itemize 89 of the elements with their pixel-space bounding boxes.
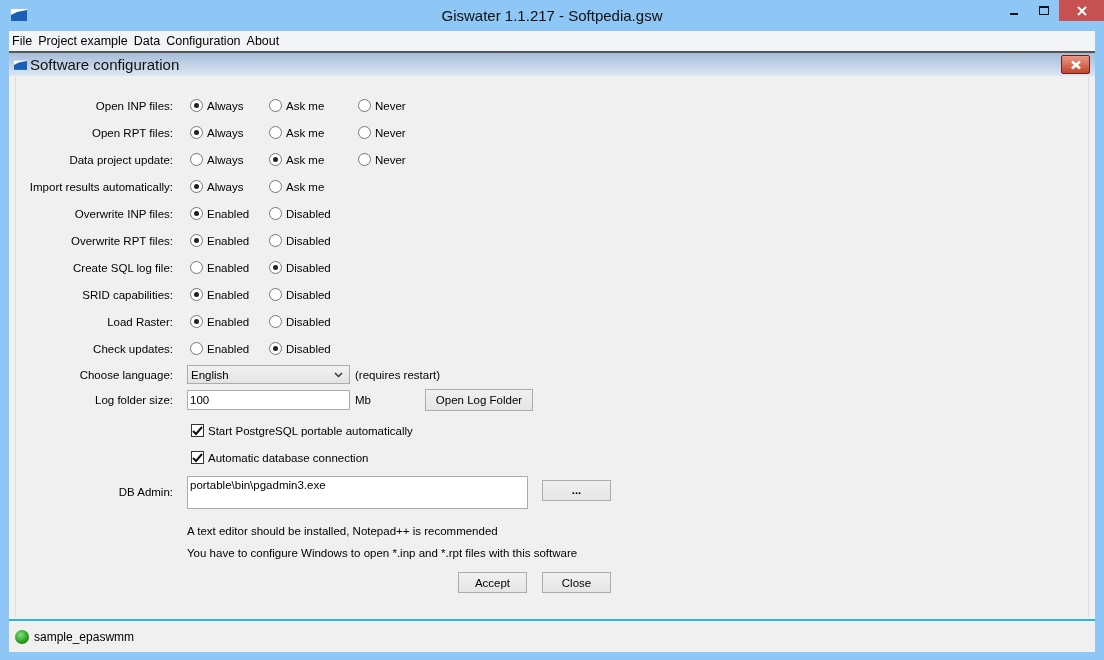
field-label: Load Raster: [106,315,173,328]
checkbox-label[interactable]: Automatic database connection [208,451,369,464]
caret-icon [334,371,343,378]
radio-button[interactable] [190,207,203,220]
radio-option[interactable]: Never [358,99,437,112]
radio-option[interactable]: Enabled [190,315,269,328]
radio-button[interactable] [358,126,371,139]
field-label: Choose language: [78,368,173,381]
radio-button[interactable] [269,126,282,139]
radio-option[interactable]: Ask me [269,153,358,166]
radio-button[interactable] [190,126,203,139]
checkbox[interactable] [191,424,204,437]
close-icon [1068,59,1083,70]
checkbox[interactable] [191,451,204,464]
radio-option[interactable]: Never [358,126,437,139]
menu-item[interactable]: Project example [37,34,133,48]
field-label: DB Admin: [117,486,173,498]
field-label: Log folder size: [94,393,173,406]
field-label: Overwrite RPT files: [69,234,173,247]
dialog-button[interactable]: Close [542,572,611,593]
radio-option[interactable]: Disabled [269,342,358,355]
radio-button[interactable] [190,99,203,112]
radio-button[interactable] [269,234,282,247]
window-title: Giswater 1.1.217 - Softpedia.gsw [441,7,663,24]
open-log-folder-button[interactable]: Open Log Folder [425,388,533,411]
radio-option[interactable]: Disabled [269,315,358,328]
menu-item[interactable]: Data [132,34,166,48]
radio-button[interactable] [358,153,371,166]
radio-option[interactable]: Enabled [190,234,269,247]
radio-button[interactable] [190,180,203,193]
field-label: Data project update: [68,153,173,166]
field-label: Overwrite INP files: [73,207,173,220]
radio-button[interactable] [269,342,282,355]
field-label: Open INP files: [94,99,173,112]
radio-button[interactable] [269,153,282,166]
project-name: sample_epaswmm [34,629,135,644]
radio-option[interactable]: Enabled [190,288,269,301]
radio-button[interactable] [269,180,282,193]
close-icon [1076,5,1087,16]
radio-button[interactable] [269,99,282,112]
dialog-title: Software configuration [30,56,180,73]
radio-button[interactable] [190,261,203,274]
hint-text: (requires restart) [355,368,440,381]
radio-button[interactable] [269,261,282,274]
radio-button[interactable] [190,153,203,166]
close-button[interactable] [1061,55,1090,74]
radio-button[interactable] [190,342,203,355]
dialog-button[interactable]: Accept [458,572,527,593]
browse-button[interactable]: ... [542,479,611,501]
note-text: You have to configure Windows to open *.inp and *.rpt files with this software [187,546,579,560]
radio-button[interactable] [269,207,282,220]
radio-option[interactable]: Disabled [269,288,358,301]
note-text: A text editor should be installed, Notepad++ is recommended [187,524,499,538]
radio-option[interactable]: Ask me [269,99,358,112]
unit-label: Mb [355,393,371,406]
status-dot-icon [15,629,29,644]
radio-option[interactable]: Enabled [190,261,269,274]
radio-button[interactable] [190,234,203,247]
menu-item[interactable]: Configuration [165,34,246,48]
checkbox-label[interactable]: Start PostgreSQL portable automatically [208,424,413,437]
radio-option[interactable]: Ask me [269,180,358,193]
language-dropdown[interactable]: English [187,365,350,384]
field-label: SRID capabilities: [81,288,173,301]
db-admin-path-field[interactable]: portable\bin\pgadmin3.exe [187,475,528,509]
radio-option[interactable]: Enabled [190,342,269,355]
radio-option[interactable]: Ask me [269,126,358,139]
field-label: Import results automatically: [28,180,173,193]
menu-item[interactable]: File [11,34,38,48]
radio-option[interactable]: Disabled [269,234,358,247]
radio-button[interactable] [269,288,282,301]
field-label: Check updates: [92,342,173,355]
radio-button[interactable] [190,288,203,301]
radio-option[interactable]: Always [190,126,269,139]
radio-option[interactable]: Always [190,153,269,166]
radio-option[interactable]: Always [190,99,269,112]
radio-button[interactable] [190,315,203,328]
log-size-field[interactable]: 100 [187,389,350,410]
radio-option[interactable]: Enabled [190,207,269,220]
radio-button[interactable] [358,99,371,112]
field-label: Create SQL log file: [72,261,173,274]
app-icon [14,59,27,70]
radio-option[interactable]: Disabled [269,261,358,274]
radio-option[interactable]: Always [190,180,269,193]
radio-option[interactable]: Never [358,153,437,166]
radio-button[interactable] [269,315,282,328]
radio-option[interactable]: Disabled [269,207,358,220]
menu-item[interactable]: About [245,34,285,48]
app-icon [11,9,27,21]
field-label: Open RPT files: [91,126,173,139]
